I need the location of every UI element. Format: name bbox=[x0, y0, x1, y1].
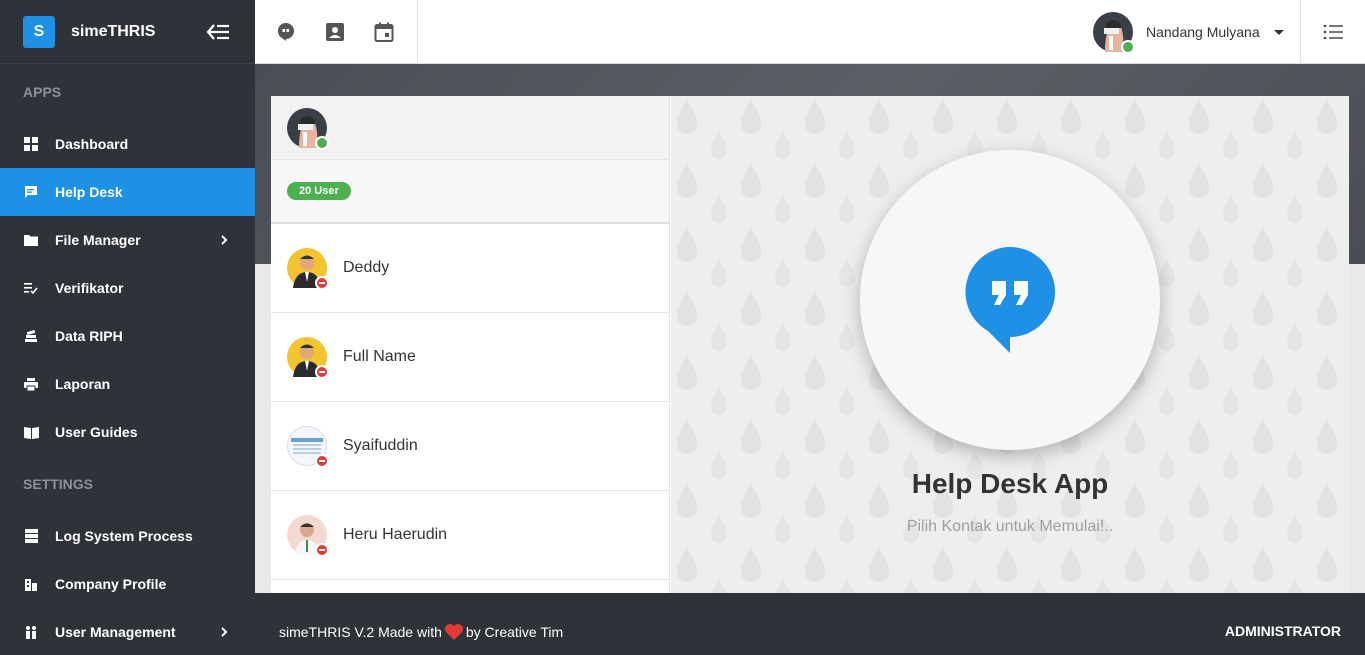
sidebar-item-label: Company Profile bbox=[55, 576, 167, 592]
chat-icon bbox=[23, 184, 39, 200]
footer-role: ADMINISTRATOR bbox=[1224, 623, 1341, 639]
section-title-settings: SETTINGS bbox=[23, 476, 94, 492]
contact-avatar bbox=[287, 337, 329, 379]
sidebar-item-label: User Guides bbox=[55, 424, 138, 440]
hangouts-icon[interactable] bbox=[276, 22, 296, 42]
offline-status-badge bbox=[315, 454, 329, 468]
collapse-sidebar-icon[interactable] bbox=[206, 22, 230, 42]
sidebar-item-label: User Management bbox=[55, 624, 176, 640]
book-icon bbox=[23, 424, 39, 440]
help-desk-card: 20 User Deddy Full Name Syaifuddin Heru … bbox=[271, 96, 1349, 593]
sidebar-item-data-riph[interactable]: Data RIPH bbox=[0, 312, 255, 360]
offline-status-badge bbox=[315, 365, 329, 379]
sidebar-item-help-desk[interactable]: Help Desk bbox=[0, 168, 255, 216]
user-count-bar: 20 User bbox=[271, 160, 669, 224]
sidebar-item-log-system-process[interactable]: Log System Process bbox=[0, 512, 255, 560]
contact-list: 20 User Deddy Full Name Syaifuddin Heru … bbox=[271, 96, 670, 593]
sidebar-item-laporan[interactable]: Laporan bbox=[0, 360, 255, 408]
sidebar-item-label: Laporan bbox=[55, 376, 111, 392]
user-count-badge: 20 User bbox=[287, 182, 351, 200]
contact-item[interactable]: Deddy bbox=[271, 224, 669, 313]
sidebar-item-company-profile[interactable]: Company Profile bbox=[0, 560, 255, 608]
contact-name: Heru Haerudin bbox=[343, 526, 448, 543]
sidebar-item-label: Verifikator bbox=[55, 280, 124, 296]
online-status-badge bbox=[1121, 40, 1135, 54]
footer-credit-prefix: simeTHRIS V.2 Made with bbox=[279, 624, 442, 640]
current-user-avatar[interactable] bbox=[287, 107, 329, 150]
calendar-icon[interactable] bbox=[374, 22, 394, 42]
heart-icon bbox=[444, 624, 463, 640]
checklist-icon bbox=[23, 280, 39, 296]
avatar[interactable] bbox=[1093, 12, 1135, 54]
topbar: Nandang Mulyana bbox=[255, 0, 1365, 64]
chevron-right-icon bbox=[221, 627, 228, 637]
sidebar-item-dashboard[interactable]: Dashboard bbox=[0, 120, 255, 168]
help-desk-logo-circle bbox=[860, 150, 1160, 450]
building-icon bbox=[23, 576, 39, 592]
chat-welcome-pane: Help Desk App Pilih Kontak untuk Memulai… bbox=[671, 96, 1349, 593]
sidebar-item-verifikator[interactable]: Verifikator bbox=[0, 264, 255, 312]
sidebar-item-file-manager[interactable]: File Manager bbox=[0, 216, 255, 264]
sidebar-item-user-guides[interactable]: User Guides bbox=[0, 408, 255, 456]
contact-name: Full Name bbox=[343, 348, 416, 365]
contact-item[interactable]: Full Name bbox=[271, 313, 669, 402]
stack-icon bbox=[23, 328, 39, 344]
printer-icon bbox=[23, 376, 39, 392]
server-icon bbox=[23, 528, 39, 544]
offline-status-badge bbox=[315, 543, 329, 557]
footer-credit-suffix[interactable]: by Creative Tim bbox=[466, 624, 563, 640]
contact-item[interactable]: Syaifuddin bbox=[271, 402, 669, 491]
sidebar: S simeTHRIS APPS Dashboard Help Desk Fil… bbox=[0, 0, 255, 655]
footer-credit: simeTHRIS V.2 Made with by Creative Tim bbox=[279, 623, 563, 641]
brand-name[interactable]: simeTHRIS bbox=[71, 23, 155, 41]
users-icon bbox=[23, 624, 39, 640]
section-title-apps: APPS bbox=[23, 84, 62, 100]
online-status-badge bbox=[315, 135, 329, 150]
pane-subtitle: Pilih Kontak untuk Memulai!.. bbox=[906, 518, 1114, 535]
dashboard-icon bbox=[23, 136, 39, 152]
contact-item[interactable]: Heru Haerudin bbox=[271, 491, 669, 580]
footer: simeTHRIS V.2 Made with by Creative Tim … bbox=[255, 593, 1365, 655]
sidebar-item-label: Log System Process bbox=[55, 528, 193, 544]
contact-avatar bbox=[287, 515, 329, 557]
contact-name: Syaifuddin bbox=[343, 437, 418, 454]
contact-card-icon[interactable] bbox=[325, 22, 345, 42]
chevron-right-icon bbox=[221, 235, 228, 245]
user-menu[interactable]: Nandang Mulyana bbox=[1093, 0, 1284, 64]
sidebar-item-label: Help Desk bbox=[55, 184, 123, 200]
contact-avatar bbox=[287, 248, 329, 290]
brand-logo[interactable]: S bbox=[23, 15, 55, 48]
list-menu-button[interactable] bbox=[1300, 0, 1365, 64]
folder-icon bbox=[23, 232, 39, 248]
list-icon bbox=[1323, 24, 1343, 40]
sidebar-item-label: File Manager bbox=[55, 232, 141, 248]
topbar-shortcuts bbox=[255, 0, 418, 64]
pane-title: Help Desk App bbox=[911, 468, 1109, 499]
offline-status-badge bbox=[315, 276, 329, 290]
caret-down-icon[interactable] bbox=[1273, 29, 1284, 35]
sidebar-item-label: Dashboard bbox=[55, 136, 129, 152]
brand: S simeTHRIS bbox=[0, 0, 255, 64]
contact-list-header bbox=[271, 96, 669, 160]
sidebar-item-user-management[interactable]: User Management bbox=[0, 608, 255, 655]
contact-name: Deddy bbox=[343, 259, 390, 276]
contact-avatar bbox=[287, 426, 329, 468]
hangouts-icon bbox=[965, 247, 1055, 353]
sidebar-item-label: Data RIPH bbox=[55, 328, 123, 344]
user-name[interactable]: Nandang Mulyana bbox=[1146, 24, 1260, 40]
